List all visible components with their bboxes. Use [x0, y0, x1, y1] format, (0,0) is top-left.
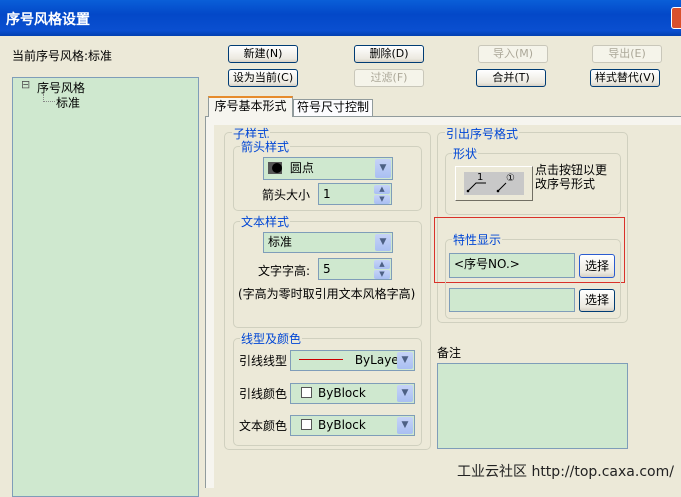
text-height-value: 5 — [323, 262, 331, 276]
collapse-icon[interactable]: ⊟ — [21, 78, 30, 91]
leader-type-label: 引线线型 — [239, 354, 288, 368]
arrow-style-select[interactable]: 圆点 ▼ — [263, 157, 393, 180]
text-style-value: 标准 — [268, 235, 293, 249]
remarks-label: 备注 — [437, 346, 462, 360]
property-input[interactable]: <序号NO.> — [449, 253, 575, 278]
line-sample-icon — [299, 359, 343, 360]
shape-glyph-circle: ① — [506, 173, 515, 184]
text-color-select[interactable]: ByBlock ▼ — [290, 415, 415, 436]
set-current-button[interactable]: 设为当前(C) — [228, 69, 298, 87]
close-button[interactable] — [671, 7, 681, 29]
merge-button[interactable]: 合并(T) — [476, 69, 546, 87]
color-swatch-icon — [301, 419, 312, 430]
style-override-button[interactable]: 样式替代(V) — [590, 69, 660, 87]
text-height-label: 文字字高: — [258, 264, 311, 278]
shape-glyph-plain: 1 — [477, 172, 484, 183]
tree-connector — [43, 94, 55, 102]
arrow-style-title: 箭头样式 — [240, 138, 291, 155]
new-button[interactable]: 新建(N) — [228, 45, 298, 63]
tree-item-standard[interactable]: 标准 — [56, 94, 80, 111]
import-button[interactable]: 导入(M) — [478, 45, 548, 63]
chevron-down-icon[interactable]: ▼ — [375, 159, 391, 178]
color-swatch-icon — [301, 387, 312, 398]
title-bar — [0, 0, 681, 36]
arrow-size-label: 箭头大小 — [262, 188, 311, 202]
style-tree[interactable]: ⊟ 序号风格 标准 — [12, 77, 199, 497]
leader-color-select[interactable]: ByBlock ▼ — [290, 383, 415, 404]
shape-title: 形状 — [452, 145, 479, 162]
dot-arrow-icon — [268, 162, 282, 174]
shape-hint: 点击按钮以更改序号形式 — [535, 163, 608, 191]
arrow-style-value: 圆点 — [289, 161, 314, 175]
spinner-arrows[interactable]: ▲ ▼ — [374, 260, 390, 279]
tab-basic-form[interactable]: 序号基本形式 — [208, 96, 293, 117]
property-title: 特性显示 — [452, 231, 503, 248]
export-button[interactable]: 导出(E) — [592, 45, 662, 63]
text-height-spinner[interactable]: 5 ▲ ▼ — [318, 258, 392, 280]
leader-color-label: 引线颜色 — [239, 387, 288, 401]
chevron-down-icon[interactable]: ▼ — [397, 385, 413, 402]
remarks-textarea[interactable] — [437, 363, 628, 449]
balloon-shape-icon: 1 ① — [464, 172, 524, 195]
spinner-arrows[interactable]: ▲ ▼ — [374, 185, 390, 204]
text-color-label: 文本颜色 — [239, 419, 288, 433]
shape-button[interactable]: 1 ① — [455, 166, 533, 201]
leader-format-title: 引出序号格式 — [445, 125, 520, 142]
current-style-label: 当前序号风格:标准 — [12, 49, 113, 63]
delete-button[interactable]: 删除(D) — [354, 45, 424, 63]
tab-size-control[interactable]: 符号尺寸控制 — [293, 99, 373, 116]
property-input-2[interactable] — [449, 288, 575, 312]
select-button[interactable]: 选择 — [579, 254, 615, 278]
window-title: 序号风格设置 — [6, 12, 90, 28]
chevron-down-icon[interactable]: ▼ — [397, 417, 413, 434]
filter-button[interactable]: 过滤(F) — [354, 69, 424, 87]
chevron-down-icon[interactable]: ▼ — [375, 234, 391, 251]
select-button-2[interactable]: 选择 — [579, 289, 615, 312]
text-style-title: 文本样式 — [240, 213, 291, 230]
watermark: 工业云社区 http://top.caxa.com/ — [457, 464, 674, 480]
text-style-select[interactable]: 标准 ▼ — [263, 232, 393, 253]
arrow-size-value: 1 — [323, 187, 331, 201]
text-color-value: ByBlock — [318, 418, 366, 432]
line-color-title: 线型及颜色 — [240, 330, 303, 347]
leader-type-select[interactable]: ByLayer ▼ — [290, 350, 415, 371]
chevron-down-icon[interactable]: ▼ — [397, 352, 413, 369]
arrow-size-spinner[interactable]: 1 ▲ ▼ — [318, 183, 392, 205]
leader-color-value: ByBlock — [318, 386, 366, 400]
text-height-note: (字高为零时取引用文本风格字高) — [238, 287, 416, 301]
